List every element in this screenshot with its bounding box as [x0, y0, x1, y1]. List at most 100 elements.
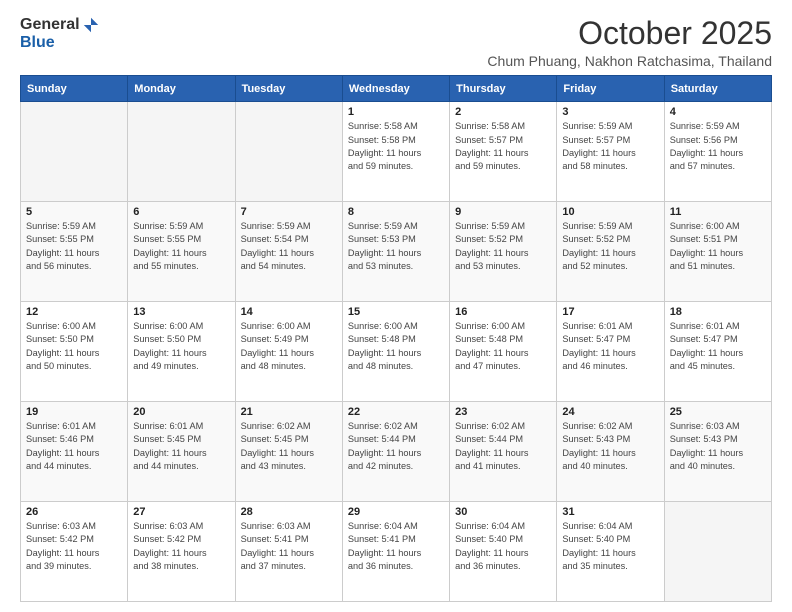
- day-info-line: Daylight: 11 hours: [241, 548, 314, 558]
- day-info-line: and 52 minutes.: [562, 261, 627, 271]
- month-year: October 2025: [487, 16, 772, 51]
- day-info: Sunrise: 5:59 AMSunset: 5:55 PMDaylight:…: [133, 220, 229, 273]
- day-number: 21: [241, 406, 337, 418]
- day-info-line: Sunrise: 6:02 AM: [348, 421, 418, 431]
- day-info-line: and 47 minutes.: [455, 361, 520, 371]
- day-number: 1: [348, 106, 444, 118]
- day-info-line: Sunset: 5:47 PM: [562, 334, 630, 344]
- day-info-line: Sunrise: 5:59 AM: [562, 121, 632, 131]
- day-info-line: Sunrise: 5:59 AM: [562, 221, 632, 231]
- day-info-line: Sunrise: 5:59 AM: [348, 221, 418, 231]
- day-number: 12: [26, 306, 122, 318]
- day-number: 9: [455, 206, 551, 218]
- day-info-line: Daylight: 11 hours: [455, 448, 528, 458]
- calendar-week-row: 19Sunrise: 6:01 AMSunset: 5:46 PMDayligh…: [21, 402, 772, 502]
- day-info-line: Daylight: 11 hours: [26, 248, 99, 258]
- day-info-line: Daylight: 11 hours: [455, 148, 528, 158]
- day-info-line: Sunrise: 6:03 AM: [26, 521, 96, 531]
- day-info-line: Sunrise: 6:03 AM: [670, 421, 740, 431]
- day-info-line: and 36 minutes.: [455, 561, 520, 571]
- day-info-line: and 50 minutes.: [26, 361, 91, 371]
- header-saturday: Saturday: [664, 76, 771, 102]
- day-info-line: Sunrise: 5:58 AM: [455, 121, 525, 131]
- day-info-line: Sunset: 5:57 PM: [455, 135, 523, 145]
- header-wednesday: Wednesday: [342, 76, 449, 102]
- day-info-line: Daylight: 11 hours: [348, 548, 421, 558]
- day-number: 2: [455, 106, 551, 118]
- day-info: Sunrise: 6:02 AMSunset: 5:45 PMDaylight:…: [241, 420, 337, 473]
- title-section: October 2025 Chum Phuang, Nakhon Ratchas…: [487, 16, 772, 69]
- day-info-line: Sunset: 5:42 PM: [26, 534, 94, 544]
- day-info: Sunrise: 5:59 AMSunset: 5:54 PMDaylight:…: [241, 220, 337, 273]
- logo-general-text: General: [20, 16, 80, 34]
- day-info-line: Sunrise: 6:03 AM: [133, 521, 203, 531]
- header-tuesday: Tuesday: [235, 76, 342, 102]
- day-info-line: and 40 minutes.: [562, 461, 627, 471]
- day-info-line: Sunrise: 6:00 AM: [348, 321, 418, 331]
- day-number: 18: [670, 306, 766, 318]
- day-info-line: Sunrise: 6:01 AM: [133, 421, 203, 431]
- day-info: Sunrise: 5:59 AMSunset: 5:57 PMDaylight:…: [562, 120, 658, 173]
- table-row: 31Sunrise: 6:04 AMSunset: 5:40 PMDayligh…: [557, 502, 664, 602]
- day-number: 29: [348, 506, 444, 518]
- day-info-line: Daylight: 11 hours: [670, 248, 743, 258]
- day-info-line: Sunrise: 6:00 AM: [241, 321, 311, 331]
- header-monday: Monday: [128, 76, 235, 102]
- day-info: Sunrise: 6:00 AMSunset: 5:49 PMDaylight:…: [241, 320, 337, 373]
- day-info: Sunrise: 6:03 AMSunset: 5:43 PMDaylight:…: [670, 420, 766, 473]
- day-info-line: Sunrise: 6:03 AM: [241, 521, 311, 531]
- table-row: 16Sunrise: 6:00 AMSunset: 5:48 PMDayligh…: [450, 302, 557, 402]
- day-info-line: Daylight: 11 hours: [348, 448, 421, 458]
- table-row: 3Sunrise: 5:59 AMSunset: 5:57 PMDaylight…: [557, 102, 664, 202]
- day-info-line: and 49 minutes.: [133, 361, 198, 371]
- day-info-line: and 53 minutes.: [348, 261, 413, 271]
- day-info-line: Sunset: 5:46 PM: [26, 434, 94, 444]
- day-info: Sunrise: 6:03 AMSunset: 5:41 PMDaylight:…: [241, 520, 337, 573]
- day-number: 27: [133, 506, 229, 518]
- table-row: 6Sunrise: 5:59 AMSunset: 5:55 PMDaylight…: [128, 202, 235, 302]
- day-number: 26: [26, 506, 122, 518]
- calendar-week-row: 1Sunrise: 5:58 AMSunset: 5:58 PMDaylight…: [21, 102, 772, 202]
- day-info: Sunrise: 6:03 AMSunset: 5:42 PMDaylight:…: [133, 520, 229, 573]
- day-info-line: Sunrise: 6:00 AM: [670, 221, 740, 231]
- logo: General Blue: [20, 16, 100, 52]
- day-info-line: Sunrise: 6:04 AM: [562, 521, 632, 531]
- day-info-line: Daylight: 11 hours: [455, 548, 528, 558]
- day-info-line: Sunrise: 6:01 AM: [562, 321, 632, 331]
- table-row: 27 Sunrise: 6:03 AMSunset: 5:42 PMDayligh…: [128, 502, 235, 602]
- logo-icon: [82, 16, 100, 34]
- day-info-line: and 46 minutes.: [562, 361, 627, 371]
- table-row: 12Sunrise: 6:00 AMSunset: 5:50 PMDayligh…: [21, 302, 128, 402]
- table-row: 17Sunrise: 6:01 AMSunset: 5:47 PMDayligh…: [557, 302, 664, 402]
- table-row: [235, 102, 342, 202]
- day-info: Sunrise: 6:01 AMSunset: 5:47 PMDaylight:…: [562, 320, 658, 373]
- table-row: [128, 102, 235, 202]
- day-info-line: Sunset: 5:48 PM: [348, 334, 416, 344]
- day-info-line: Daylight: 11 hours: [133, 548, 206, 558]
- table-row: 22Sunrise: 6:02 AMSunset: 5:44 PMDayligh…: [342, 402, 449, 502]
- day-info-line: Daylight: 11 hours: [670, 448, 743, 458]
- day-info-line: Sunset: 5:54 PM: [241, 234, 309, 244]
- day-number: 10: [562, 206, 658, 218]
- logo-blue-text: Blue: [20, 34, 55, 52]
- day-info-line: Sunrise: 6:02 AM: [241, 421, 311, 431]
- table-row: 5 Sunrise: 5:59 AM Sunset: 5:55 PM Daylight…: [21, 202, 128, 302]
- day-info-line: Sunrise: 5:59 AM: [26, 221, 96, 231]
- day-info-line: Daylight: 11 hours: [348, 248, 421, 258]
- page: General Blue October 2025 Chum Phuang, N…: [0, 0, 792, 612]
- day-info-line: and 44 minutes.: [26, 461, 91, 471]
- day-info-line: Sunset: 5:55 PM: [26, 234, 94, 244]
- header: General Blue October 2025 Chum Phuang, N…: [20, 16, 772, 69]
- day-info: Sunrise: 6:01 AMSunset: 5:46 PMDaylight:…: [26, 420, 122, 473]
- day-info: Sunrise: 6:02 AMSunset: 5:44 PMDaylight:…: [348, 420, 444, 473]
- day-number: 5: [26, 206, 122, 218]
- day-info-line: Sunrise: 5:59 AM: [670, 121, 740, 131]
- day-info-line: and 56 minutes.: [26, 261, 91, 271]
- day-info-line: and 45 minutes.: [670, 361, 735, 371]
- day-info-line: and 37 minutes.: [241, 561, 306, 571]
- day-info-line: Sunrise: 6:04 AM: [348, 521, 418, 531]
- calendar-week-row: 5Sunrise: 5:59 AMSunset: 5:55 PMDaylight…: [21, 202, 772, 302]
- day-info-line: Sunset: 5:40 PM: [562, 534, 630, 544]
- day-info: Sunrise: 6:03 AMSunset: 5:42 PMDaylight:…: [26, 520, 122, 573]
- day-info-line: Sunset: 5:51 PM: [670, 234, 738, 244]
